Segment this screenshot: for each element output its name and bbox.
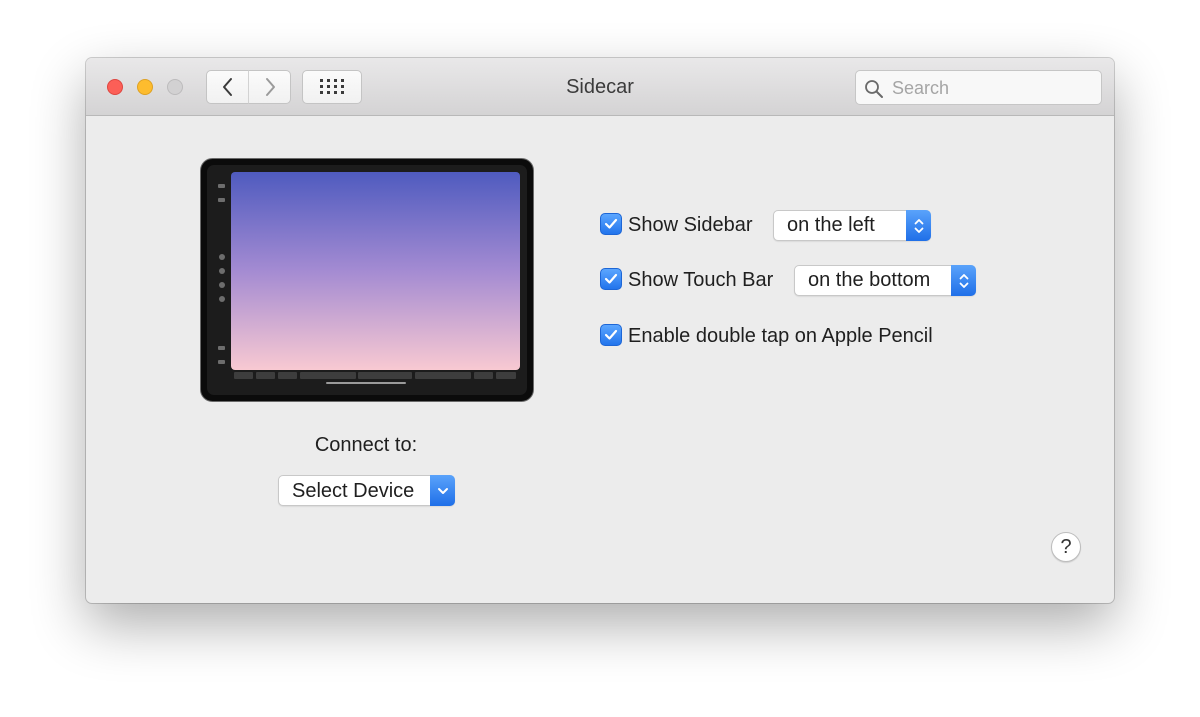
title-bar: Sidecar bbox=[86, 58, 1114, 116]
zoom-button[interactable] bbox=[167, 79, 183, 95]
up-down-chevron-icon bbox=[914, 218, 923, 233]
preferences-window: Sidecar Search Connect to: Select Device… bbox=[86, 58, 1114, 603]
magnifier-icon bbox=[865, 80, 883, 98]
select-device-value: Select Device bbox=[292, 480, 415, 502]
ipad-screen bbox=[231, 172, 520, 370]
help-button[interactable]: ? bbox=[1051, 532, 1081, 562]
chevron-right-icon bbox=[265, 78, 275, 96]
stepper-arrows bbox=[906, 210, 931, 241]
ipad-illustration bbox=[200, 158, 534, 402]
chevron-down-icon bbox=[437, 487, 448, 494]
search-field[interactable] bbox=[855, 70, 1102, 106]
show-sidebar-checkbox[interactable] bbox=[600, 213, 622, 235]
apple-pencil-checkbox[interactable] bbox=[600, 324, 622, 346]
forward-button[interactable] bbox=[248, 70, 291, 104]
dropdown-arrow bbox=[430, 475, 455, 506]
back-button[interactable] bbox=[206, 70, 249, 104]
checkmark-icon bbox=[604, 218, 618, 229]
checkmark-icon bbox=[604, 329, 618, 340]
up-down-chevron-icon bbox=[959, 273, 968, 288]
grid-icon bbox=[320, 79, 344, 94]
stepper-arrows bbox=[951, 265, 976, 296]
show-touch-bar-label: Show Touch Bar bbox=[628, 269, 774, 291]
touch-bar-position-popup[interactable]: on the bottom bbox=[794, 265, 976, 296]
touch-bar-position-value: on the bottom bbox=[808, 269, 931, 291]
apple-pencil-label: Enable double tap on Apple Pencil bbox=[628, 325, 933, 347]
show-all-button[interactable] bbox=[302, 70, 362, 104]
sidebar-position-value: on the left bbox=[787, 214, 875, 236]
search-input[interactable] bbox=[890, 71, 1094, 106]
checkmark-icon bbox=[604, 273, 618, 284]
chevron-left-icon bbox=[222, 78, 232, 96]
show-touch-bar-checkbox[interactable] bbox=[600, 268, 622, 290]
sidebar-position-popup[interactable]: on the left bbox=[773, 210, 931, 241]
connect-to-label: Connect to: bbox=[314, 434, 418, 456]
show-sidebar-label: Show Sidebar bbox=[628, 214, 753, 236]
minimize-button[interactable] bbox=[137, 79, 153, 95]
close-button[interactable] bbox=[107, 79, 123, 95]
select-device-popup[interactable]: Select Device bbox=[278, 475, 455, 506]
